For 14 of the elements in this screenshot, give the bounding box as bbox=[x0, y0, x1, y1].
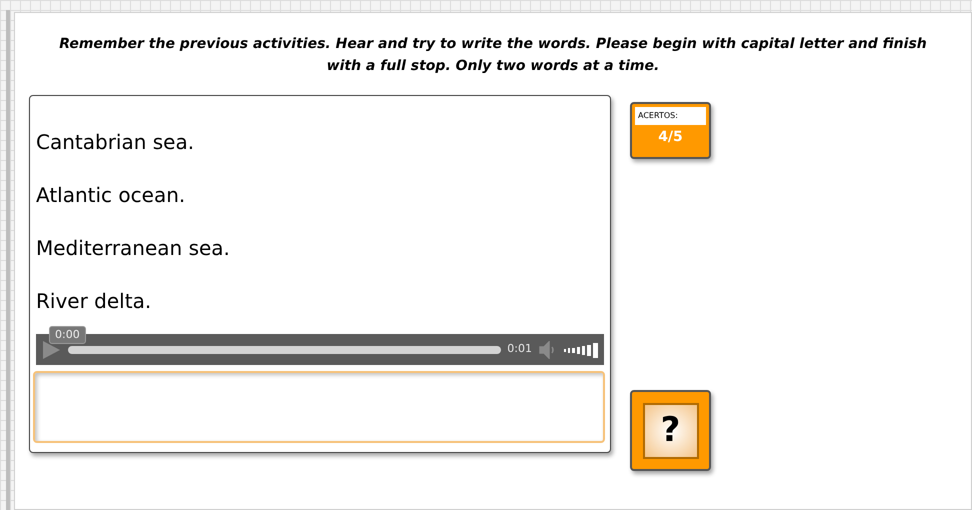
instructions-text: Remember the previous activities. Hear and try to write the words. Please begin with capital letter and finish with a full stop. Only two words at a time. bbox=[58, 35, 928, 76]
answer-text: Cantabrian sea. bbox=[36, 129, 196, 156]
volume-level-icon[interactable] bbox=[564, 342, 600, 358]
score-value: 4/5 bbox=[657, 128, 684, 147]
answer-text: Mediterranean sea. bbox=[36, 235, 231, 262]
progress-track[interactable] bbox=[68, 346, 502, 354]
duration-text: 0:01 bbox=[507, 341, 532, 358]
score-label: ACERTOS: bbox=[635, 107, 706, 125]
play-icon[interactable] bbox=[40, 338, 62, 360]
answer-text: River delta. bbox=[36, 288, 152, 315]
answer-input-field[interactable] bbox=[33, 371, 605, 443]
answer-text: Atlantic ocean. bbox=[36, 182, 186, 209]
time-tooltip: 0:00 bbox=[49, 326, 86, 344]
help-button[interactable]: ? bbox=[630, 390, 711, 471]
